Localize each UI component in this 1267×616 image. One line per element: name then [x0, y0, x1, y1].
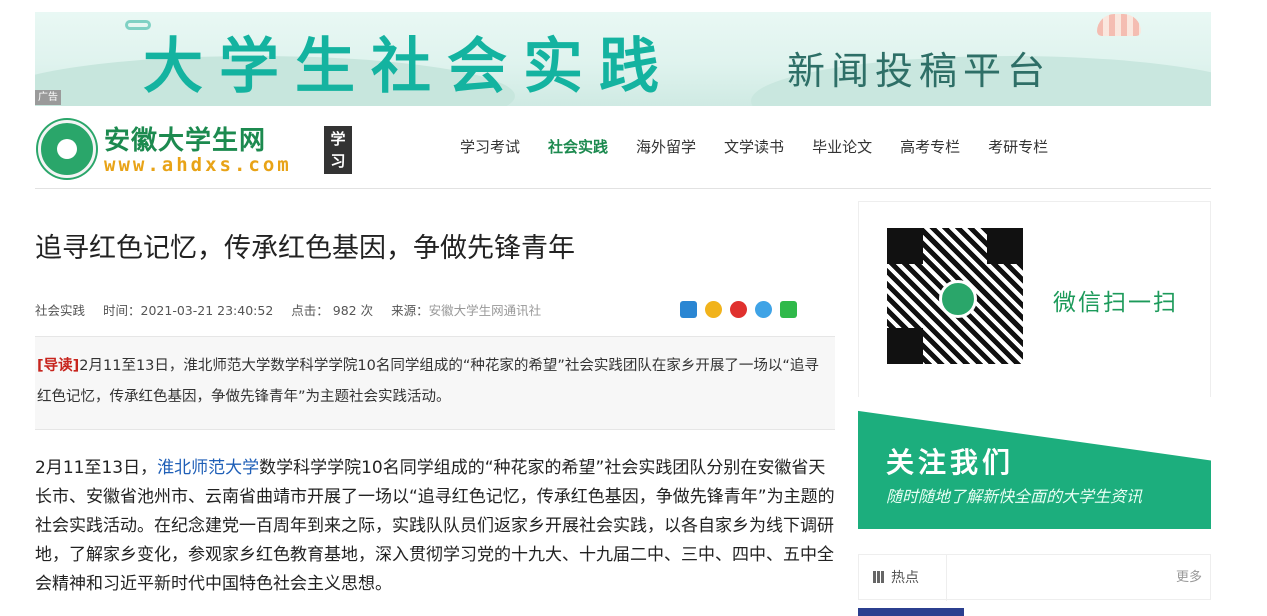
article-body: 2月11至13日，淮北师范大学数学科学学院10名同学组成的“种花家的希望”社会实… [35, 454, 840, 599]
hot-panel: 热点 更多 [858, 554, 1211, 601]
nav-item-kaoyan[interactable]: 考研专栏 [974, 136, 1062, 158]
favorite-star-icon[interactable] [705, 301, 722, 318]
banner-headline: 大学生社会实践 [143, 32, 675, 102]
lead-text: 2月11至13日，淮北师范大学数学科学学院10名同学组成的“种花家的希望”社会实… [37, 358, 819, 405]
hot-tab-label: 热点 [891, 570, 919, 586]
banner-ad[interactable]: 大学生社会实践 新闻投稿平台 [35, 12, 1211, 106]
source-label: 来源： [391, 303, 429, 318]
logo-name: 安徽大学生网 [104, 126, 267, 156]
article-lead: [导读]2月11至13日，淮北师范大学数学科学学院10名同学组成的“种花家的希望… [35, 336, 835, 430]
article-category[interactable]: 社会实践 [35, 300, 85, 319]
ad-label: 广告 [35, 90, 61, 105]
wechat-qr-code [887, 228, 1023, 364]
article-time: 时间：2021-03-21 23:40:52 [103, 303, 274, 318]
banner-subheadline: 新闻投稿平台 [787, 49, 1052, 93]
pinterest-icon[interactable] [755, 301, 772, 318]
nav-item-literature[interactable]: 文学读书 [710, 136, 798, 158]
nav-item-gaokao[interactable]: 高考专栏 [886, 136, 974, 158]
main-nav: 学习考试 社会实践 海外留学 文学读书 毕业论文 高考专栏 考研专栏 [446, 136, 1062, 158]
header-divider [35, 188, 1211, 189]
article-clicks: 点击： 982 次 [291, 303, 374, 318]
logo-url: www.ahdxs.com [104, 154, 292, 176]
grid-icon [873, 571, 885, 583]
nav-item-social-practice[interactable]: 社会实践 [534, 136, 622, 158]
logo-section-tag: 学习 [324, 126, 352, 174]
weibo-icon[interactable] [730, 301, 747, 318]
nav-item-thesis[interactable]: 毕业论文 [798, 136, 886, 158]
follow-title: 关注我们 [886, 446, 1015, 479]
qzone-icon[interactable] [680, 301, 697, 318]
article-title: 追寻红色记忆，传承红色基因，争做先锋青年 [35, 233, 575, 264]
share-bar [680, 301, 797, 318]
banner-balloon-icon [1097, 14, 1141, 36]
hot-tab[interactable]: 热点 [859, 555, 947, 601]
body-link-university[interactable]: 淮北师范大学 [157, 458, 259, 478]
nav-item-study-abroad[interactable]: 海外留学 [622, 136, 710, 158]
wechat-icon[interactable] [780, 301, 797, 318]
follow-subtitle: 随时随地了解新快全面的大学生资讯 [886, 487, 1143, 506]
source-link[interactable]: 安徽大学生网通讯社 [429, 303, 542, 318]
logo-emblem-icon [38, 120, 96, 178]
site-logo[interactable]: 安徽大学生网 www.ahdxs.com 学习 [38, 118, 358, 180]
body-text-rest: 数学科学学院10名同学组成的“种花家的希望”社会实践团队分别在安徽省天长市、安徽… [35, 458, 835, 594]
lead-tag: [导读] [37, 358, 80, 374]
follow-us-panel[interactable]: 关注我们 随时随地了解新快全面的大学生资讯 [858, 397, 1211, 529]
more-link[interactable]: 更多 [1176, 555, 1202, 601]
qr-caption: 微信扫一扫 [1053, 290, 1178, 316]
article-source: 来源：安徽大学生网通讯社 [391, 300, 541, 319]
article-meta: 社会实践 时间：2021-03-21 23:40:52 点击： 982 次 来源… [35, 300, 559, 319]
hot-thumbnail[interactable] [858, 608, 964, 616]
body-text-start: 2月11至13日， [35, 458, 158, 478]
nav-item-study-exam[interactable]: 学习考试 [446, 136, 534, 158]
